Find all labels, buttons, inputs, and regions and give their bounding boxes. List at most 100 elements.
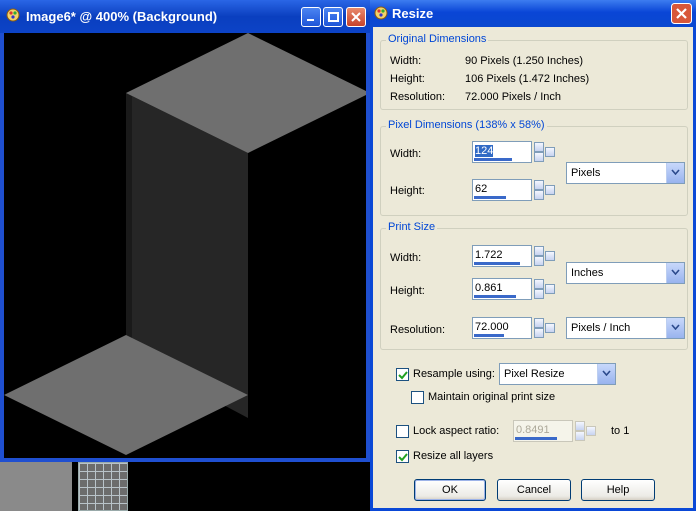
image-window-title: Image6* @ 400% (Background) — [26, 9, 218, 24]
print-resolution-spinner[interactable]: 72.000 — [472, 317, 557, 339]
spin-down-icon[interactable] — [534, 256, 544, 266]
maximize-icon — [328, 12, 339, 22]
thumbnail-grid[interactable] — [78, 462, 128, 511]
resample-method-value: Pixel Resize — [504, 368, 565, 380]
spin-dropdown-icon[interactable] — [545, 147, 555, 157]
print-unit-select[interactable]: Inches — [566, 262, 685, 284]
image-canvas[interactable] — [4, 33, 366, 458]
print-height-input[interactable]: 0.861 — [472, 278, 532, 300]
chevron-down-icon[interactable] — [666, 263, 684, 283]
print-resolution-input[interactable]: 72.000 — [472, 317, 532, 339]
spin-up-icon[interactable] — [534, 246, 544, 256]
chevron-down-icon[interactable] — [597, 364, 615, 384]
print-unit-value: Inches — [571, 267, 604, 279]
dialog-title: Resize — [392, 6, 434, 21]
resample-checkbox[interactable] — [396, 368, 409, 381]
resize-all-layers-label[interactable]: Resize all layers — [413, 450, 493, 462]
print-width-label: Width: — [390, 252, 422, 264]
pixel-width-label: Width: — [390, 148, 422, 160]
print-resolution-slider-bar[interactable] — [474, 334, 504, 337]
spin-up-icon[interactable] — [534, 142, 544, 152]
pixel-width-input[interactable]: 124 — [472, 141, 532, 163]
pixel-height-arrows[interactable] — [534, 179, 556, 201]
print-resolution-value: 72.000 — [475, 321, 509, 333]
print-size-group: Print Size Width: 1.722 Height: 0.861 In… — [380, 221, 688, 350]
spin-dropdown-icon[interactable] — [545, 185, 555, 195]
dialog-close-button[interactable] — [671, 3, 692, 24]
chevron-down-icon[interactable] — [666, 163, 684, 183]
resample-label[interactable]: Resample using: — [413, 368, 495, 380]
lock-aspect-checkbox[interactable] — [396, 425, 409, 438]
aspect-ratio-arrows[interactable] — [575, 420, 597, 442]
thumbnail-gray[interactable] — [0, 462, 72, 511]
image-window-titlebar[interactable]: Image6* @ 400% (Background) — [0, 0, 370, 33]
resolution-unit-value: Pixels / Inch — [571, 322, 631, 334]
aspect-ratio-spinner[interactable]: 0.8491 — [513, 420, 598, 442]
spin-down-icon[interactable] — [534, 289, 544, 299]
spin-down-icon[interactable] — [534, 152, 544, 162]
aspect-ratio-input[interactable]: 0.8491 — [513, 420, 573, 442]
maximize-button[interactable] — [323, 7, 343, 27]
original-dimensions-group: Original Dimensions Width: 90 Pixels (1.… — [380, 33, 688, 110]
spin-up-icon[interactable] — [575, 421, 585, 431]
print-height-spinner[interactable]: 0.861 — [472, 278, 557, 300]
print-width-spinner[interactable]: 1.722 — [472, 245, 557, 267]
original-height-value: 106 Pixels (1.472 Inches) — [465, 73, 590, 85]
original-height-label: Height: — [390, 73, 425, 85]
print-resolution-arrows[interactable] — [534, 317, 556, 339]
maintain-print-size-checkbox[interactable] — [411, 391, 424, 404]
print-height-slider-bar[interactable] — [474, 295, 516, 298]
resample-method-select[interactable]: Pixel Resize — [499, 363, 616, 385]
pixel-width-spinner[interactable]: 124 — [472, 141, 557, 163]
pixel-unit-select[interactable]: Pixels — [566, 162, 685, 184]
isometric-shape-image — [4, 33, 366, 455]
cancel-button[interactable]: Cancel — [497, 479, 571, 501]
resolution-unit-select[interactable]: Pixels / Inch — [566, 317, 685, 339]
spin-up-icon[interactable] — [534, 318, 544, 328]
maintain-print-size-label[interactable]: Maintain original print size — [428, 391, 555, 403]
spin-dropdown-icon[interactable] — [586, 426, 596, 436]
group-title: Print Size — [386, 221, 438, 233]
print-height-label: Height: — [390, 285, 425, 297]
spin-dropdown-icon[interactable] — [545, 284, 555, 294]
chevron-down-icon[interactable] — [666, 318, 684, 338]
pixel-height-value: 62 — [475, 183, 488, 195]
minimize-button[interactable] — [301, 7, 321, 27]
pixel-height-spinner[interactable]: 62 — [472, 179, 557, 201]
spin-dropdown-icon[interactable] — [545, 251, 555, 261]
paint-shop-pro-icon — [374, 6, 388, 20]
aspect-ratio-value: 0.8491 — [516, 424, 550, 436]
spin-dropdown-icon[interactable] — [545, 323, 555, 333]
spin-down-icon[interactable] — [534, 190, 544, 200]
print-resolution-label: Resolution: — [390, 324, 446, 336]
print-width-arrows[interactable] — [534, 245, 556, 267]
pixel-height-label: Height: — [390, 185, 425, 197]
spin-up-icon[interactable] — [534, 279, 544, 289]
spin-down-icon[interactable] — [534, 328, 544, 338]
print-width-input[interactable]: 1.722 — [472, 245, 532, 267]
lock-aspect-label[interactable]: Lock aspect ratio: — [413, 425, 499, 437]
close-button[interactable] — [346, 7, 366, 27]
group-title: Pixel Dimensions (138% x 58%) — [386, 119, 547, 131]
pixel-height-input[interactable]: 62 — [472, 179, 532, 201]
print-height-value: 0.861 — [475, 282, 503, 294]
dialog-body: Original Dimensions Width: 90 Pixels (1.… — [373, 27, 693, 508]
original-resolution-label: Resolution: — [390, 91, 446, 103]
original-width-label: Width: — [390, 55, 422, 67]
image-window: Image6* @ 400% (Background) — [0, 0, 370, 462]
ok-button[interactable]: OK — [414, 479, 486, 501]
original-resolution-value: 72.000 Pixels / Inch — [465, 91, 562, 103]
spin-up-icon[interactable] — [534, 180, 544, 190]
help-button[interactable]: Help — [581, 479, 655, 501]
print-width-value: 1.722 — [475, 249, 503, 261]
dialog-titlebar[interactable]: Resize — [370, 0, 696, 27]
pixel-width-slider-bar[interactable] — [474, 158, 512, 161]
print-width-slider-bar[interactable] — [474, 262, 520, 265]
aspect-ratio-slider-bar[interactable] — [515, 437, 557, 440]
spin-down-icon[interactable] — [575, 431, 585, 441]
pixel-width-arrows[interactable] — [534, 141, 556, 163]
print-height-arrows[interactable] — [534, 278, 556, 300]
original-width-value: 90 Pixels (1.250 Inches) — [465, 55, 584, 67]
resize-all-layers-checkbox[interactable] — [396, 450, 409, 463]
pixel-height-slider-bar[interactable] — [474, 196, 506, 199]
